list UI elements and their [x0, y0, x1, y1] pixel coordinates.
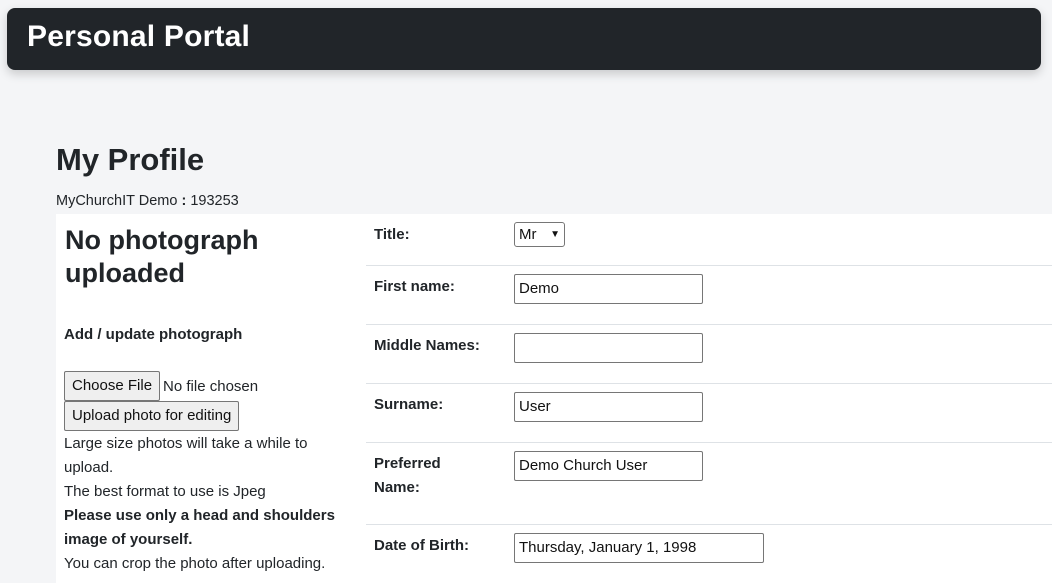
preferred-name-label-line1: Preferred [374, 455, 441, 472]
note-head-line2: image of yourself. [64, 531, 193, 548]
first-name-row: First name: Demo [366, 266, 1052, 325]
org-id: 193253 [190, 193, 239, 209]
dob-row: Date of Birth: Thursday, January 1, 1998 [366, 525, 1052, 583]
preferred-name-row: Preferred Name: Demo Church User [366, 443, 1052, 525]
no-photo-heading: No photograph uploaded [65, 225, 259, 288]
note-crop: You can crop the photo after uploading. [64, 555, 326, 572]
middle-names-label: Middle Names: [374, 337, 480, 354]
dob-label: Date of Birth: [374, 537, 469, 554]
preferred-name-label-line2: Name: [374, 479, 420, 496]
dob-input[interactable]: Thursday, January 1, 1998 [514, 533, 764, 563]
first-name-input[interactable]: Demo [514, 274, 703, 304]
surname-input[interactable]: User [514, 392, 703, 422]
portal-brand[interactable]: Personal Portal [27, 20, 250, 54]
middle-names-input[interactable] [514, 333, 703, 363]
file-input: Choose File No file chosen [64, 371, 258, 401]
note-large-line1: Large size photos will take a while to [64, 435, 308, 452]
choose-file-button[interactable]: Choose File [64, 371, 161, 401]
note-large-line2: upload. [64, 459, 114, 476]
title-label: Title: [374, 226, 410, 243]
photo-notes: Large size photos will take a while to u… [64, 432, 364, 576]
title-select-value: Mr [519, 226, 537, 243]
preferred-name-input[interactable]: Demo Church User [514, 451, 703, 481]
profile-card: No photograph uploaded Add / update phot… [56, 214, 1052, 583]
note-format: The best format to use is Jpeg [64, 483, 266, 500]
title-select[interactable]: Mr ▼ [514, 222, 565, 247]
surname-row: Surname: User [366, 384, 1052, 443]
file-status-text: No file chosen [163, 377, 259, 395]
title-row: Title: Mr ▼ [366, 214, 1052, 266]
org-name: MyChurchIT Demo [56, 193, 178, 209]
page-title: My Profile [56, 142, 205, 177]
surname-label: Surname: [374, 396, 444, 413]
chevron-down-icon: ▼ [550, 229, 560, 240]
middle-names-row: Middle Names: [366, 325, 1052, 384]
top-navbar: Personal Portal [7, 8, 1041, 70]
upload-photo-button[interactable]: Upload photo for editing [64, 401, 240, 431]
add-photo-label: Add / update photograph [64, 326, 243, 343]
first-name-label: First name: [374, 278, 455, 295]
note-head-line1: Please use only a head and shoulders [64, 507, 335, 524]
org-info: MyChurchIT Demo : 193253 [56, 193, 239, 209]
org-separator: : [181, 193, 187, 209]
